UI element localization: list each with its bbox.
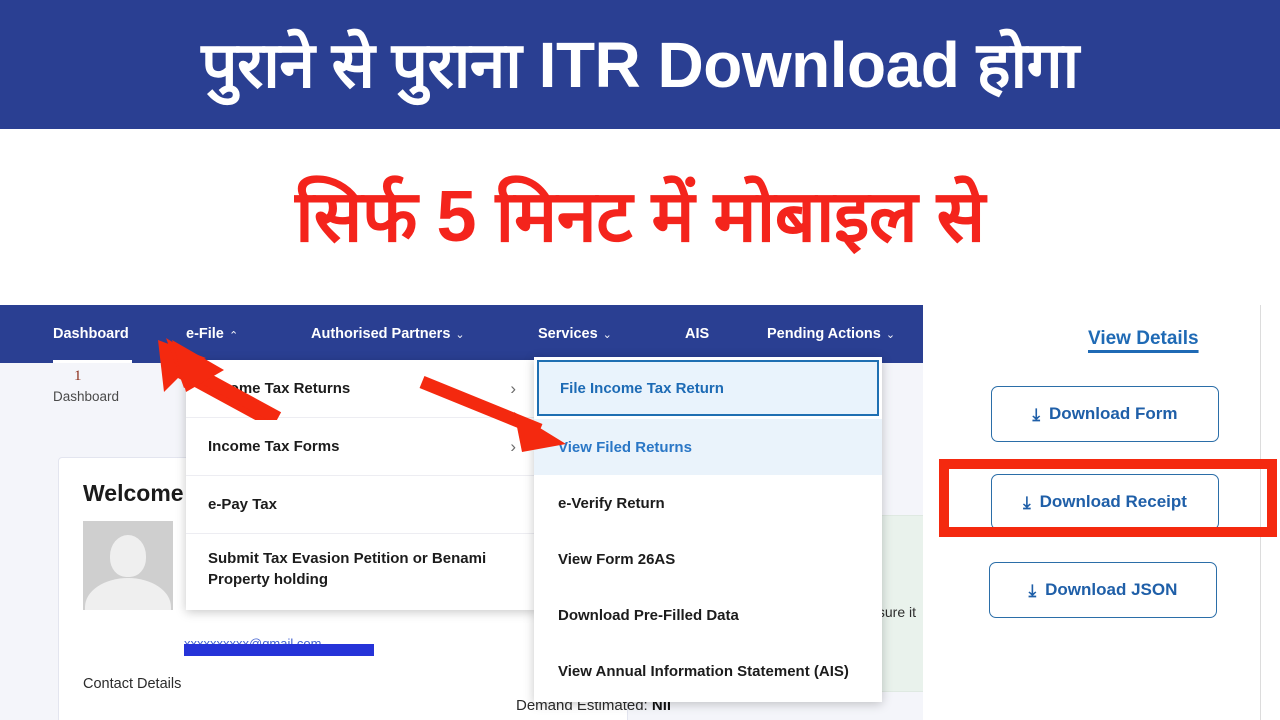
chevron-down-icon: ⌄ — [885, 328, 896, 341]
banner-top: पुराने से पुराना ITR Download होगा — [0, 0, 1280, 129]
nav-item-services[interactable]: Services ⌄ — [538, 305, 612, 363]
submenu-item-download-pre-filled-data[interactable]: Download Pre-Filled Data — [534, 587, 882, 643]
chevron-up-icon: ⌄ — [228, 327, 239, 340]
submenu-item-file-income-tax-return[interactable]: File Income Tax Return — [537, 360, 879, 416]
browser-pane: Dashboard e-File ⌄ Authorised Partners ⌄ — [0, 305, 923, 720]
step-marker-1: 1 — [74, 368, 82, 384]
menu-item-income-tax-returns[interactable]: Income Tax Returns › — [186, 360, 538, 418]
nav-item-services-label: Services — [538, 326, 598, 342]
submenu-item-file-income-tax-return-label: File Income Tax Return — [560, 379, 724, 397]
menu-item-tax-evasion-petition[interactable]: Submit Tax Evasion Petition or Benami Pr… — [186, 534, 538, 610]
download-form-button[interactable]: ⤓ Download Form — [991, 386, 1219, 442]
nav-item-efile-wrap: e-File ⌄ — [186, 305, 238, 363]
nav-item-authorised-partners-label: Authorised Partners — [311, 326, 451, 342]
menu-item-income-tax-returns-label: Income Tax Returns — [208, 380, 351, 397]
download-form-button-label: Download Form — [1049, 404, 1178, 423]
avatar-body — [85, 578, 171, 610]
efile-dropdown-menu: Income Tax Returns › Income Tax Forms › … — [186, 360, 538, 610]
avatar — [83, 521, 173, 610]
nav-item-ais-wrap: AIS — [685, 305, 709, 363]
submenu-item-view-form-26as[interactable]: View Form 26AS — [534, 531, 882, 587]
nav-item-pending-wrap: Pending Actions ⌄ — [767, 305, 895, 363]
breadcrumb[interactable]: Dashboard — [53, 389, 119, 404]
download-json-button[interactable]: ⤓ Download JSON — [989, 562, 1217, 618]
nav-item-pending-actions-label: Pending Actions — [767, 326, 881, 342]
nav-item-pending-actions[interactable]: Pending Actions ⌄ — [767, 305, 895, 363]
nav-item-ais[interactable]: AIS — [685, 305, 709, 363]
download-icon: ⤓ — [1028, 580, 1037, 600]
nav-item-ais-label: AIS — [685, 326, 710, 342]
submenu-item-view-form-26as-label: View Form 26AS — [558, 550, 676, 568]
nav-item-e-file[interactable]: e-File ⌄ — [186, 305, 238, 363]
chevron-down-icon: ⌄ — [455, 328, 465, 341]
download-receipt-highlight-box — [939, 459, 1277, 537]
menu-item-tax-evasion-petition-label: Submit Tax Evasion Petition or Benami Pr… — [208, 550, 487, 588]
nav-item-dashboard-label: Dashboard — [53, 326, 129, 342]
nav-item-services-wrap: Services ⌄ — [538, 305, 612, 363]
contact-details-row: Contact Details Update — [83, 676, 603, 692]
main-navbar: Dashboard e-File ⌄ Authorised Partners ⌄ — [0, 305, 923, 363]
nav-item-dashboard[interactable]: Dashboard — [53, 305, 129, 363]
redaction-bar — [184, 644, 374, 656]
submenu-item-e-verify-return[interactable]: e-Verify Return — [534, 475, 882, 531]
view-details-link[interactable]: View Details — [1088, 328, 1199, 350]
chevron-down-icon: ⌄ — [602, 328, 612, 341]
contact-details-label: Contact Details — [83, 676, 182, 692]
menu-item-income-tax-forms[interactable]: Income Tax Forms › — [186, 418, 538, 476]
submenu-item-e-verify-return-label: e-Verify Return — [558, 494, 665, 512]
banner-headline-hindi-1: पुराने से पुराना ITR Download होगा — [201, 28, 1079, 101]
menu-item-income-tax-forms-label: Income Tax Forms — [208, 438, 340, 455]
submenu-item-view-filed-returns-label: View Filed Returns — [558, 438, 692, 456]
menu-item-e-pay-tax[interactable]: e-Pay Tax — [186, 476, 538, 534]
income-tax-returns-submenu: File Income Tax Return View Filed Return… — [534, 357, 882, 702]
nav-item-dashboard-wrap: Dashboard — [53, 305, 129, 363]
avatar-head — [110, 535, 146, 577]
submenu-item-download-pre-filled-data-label: Download Pre-Filled Data — [558, 606, 739, 624]
submenu-item-view-ais-label: View Annual Information Statement (AIS) — [558, 662, 849, 680]
screenshot-root: पुराने से पुराना ITR Download होगा सिर्फ… — [0, 0, 1280, 720]
nav-item-authorised-partners[interactable]: Authorised Partners ⌄ — [311, 305, 465, 363]
chevron-right-icon: › — [510, 378, 516, 398]
download-icon: ⤓ — [1032, 404, 1041, 424]
nav-item-partners-wrap: Authorised Partners ⌄ — [311, 305, 465, 363]
active-tab-indicator — [53, 360, 132, 363]
banner-headline-hindi-2: सिर्फ 5 मिनट में मोबाइल से — [295, 177, 985, 257]
banner-second: सिर्फ 5 मिनट में मोबाइल से — [0, 129, 1280, 305]
chevron-right-icon: › — [510, 436, 516, 456]
submenu-item-view-filed-returns[interactable]: View Filed Returns — [534, 419, 882, 475]
download-json-button-label: Download JSON — [1045, 580, 1178, 599]
submenu-item-view-ais[interactable]: View Annual Information Statement (AIS) — [534, 643, 882, 699]
menu-item-e-pay-tax-label: e-Pay Tax — [208, 496, 277, 513]
nav-item-e-file-label: e-File — [186, 326, 224, 342]
